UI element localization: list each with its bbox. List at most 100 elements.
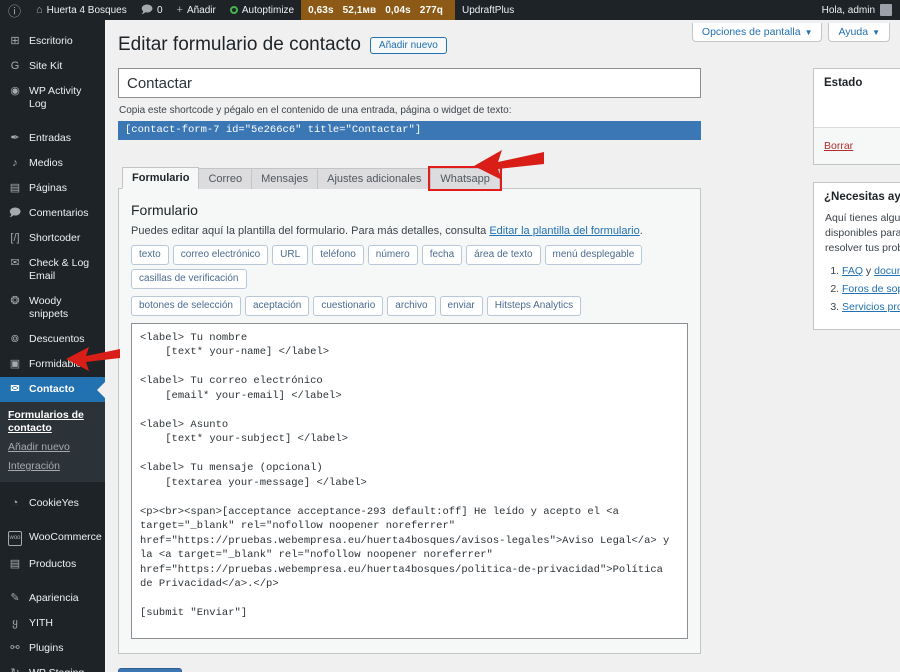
perf-loadtime: 0,63s <box>308 4 334 16</box>
sidebar-item-descuentos[interactable]: ៙ Descuentos <box>0 327 105 352</box>
screen-options-button[interactable]: Opciones de pantalla ▼ <box>691 23 823 42</box>
help-button[interactable]: Ayuda ▼ <box>828 23 890 42</box>
sidebar-item-shortcoder[interactable]: [/] Shortcoder <box>0 226 105 251</box>
form-title-input[interactable] <box>118 68 701 98</box>
tag-button-cuestionario[interactable]: cuestionario <box>313 295 384 316</box>
sidebar-item-label: Descuentos <box>29 333 85 345</box>
tag-button-casillas-de-verificaci-n[interactable]: casillas de verificación <box>131 268 247 289</box>
edit-template-link[interactable]: Editar la plantilla del formulario <box>489 225 639 237</box>
form-panel-description: Puedes editar aquí la plantilla del form… <box>131 225 688 237</box>
sidebar-item-comentarios[interactable]: 🗩 Comentarios <box>0 201 105 226</box>
delete-link[interactable]: Borrar <box>824 140 853 152</box>
admin-bar-new[interactable]: + Añadir <box>170 0 223 20</box>
save-button-bottom[interactable]: Guardar <box>118 667 183 672</box>
contacto-submenu: Formularios de contacto Añadir nuevo Integ… <box>0 402 105 482</box>
tab-mensajes[interactable]: Mensajes <box>251 167 319 189</box>
tag-button-correo-electr-nico[interactable]: correo electrónico <box>172 244 269 265</box>
submenu-item-integraci-n[interactable]: Integración <box>0 457 105 476</box>
autoptimize-label: Autoptimize <box>241 4 295 16</box>
wordpress-icon[interactable]: ⓘ <box>0 0 29 20</box>
form-template-textarea[interactable]: <label> Tu nombre [text* your-name] </la… <box>131 322 688 639</box>
form-panel-heading: Formulario <box>131 201 198 218</box>
sidebar-item-plugins[interactable]: ⚯ Plugins <box>0 636 105 661</box>
tab-correo[interactable]: Correo <box>198 167 253 189</box>
sidebar-item-p-ginas[interactable]: ▤ Páginas <box>0 176 105 201</box>
admin-bar: ⓘ ⌂ Huerta 4 Bosques 🗩 0 + Añadir Autopt… <box>0 0 900 20</box>
sidebar-item-woody-snippets[interactable]: ❂ Woody snippets <box>0 289 105 327</box>
sidebar-item-site-kit[interactable]: G Site Kit <box>0 54 105 79</box>
documentation-link[interactable]: documentación <box>874 265 900 277</box>
page-title: Editar formulario de contacto <box>118 34 361 55</box>
tag-button-men-desplegable[interactable]: menú desplegable <box>544 244 643 265</box>
submenu-item-formularios-de-contacto[interactable]: Formularios de contacto <box>0 406 105 438</box>
list-item: FAQ y documentación <box>842 264 900 279</box>
admin-bar-my-account[interactable]: Hola, admin <box>814 0 900 20</box>
tab-whatsapp[interactable]: Whatsapp <box>428 165 502 191</box>
sidebar-item-escritorio[interactable]: ⊞ Escritorio <box>0 29 105 54</box>
sidebar-item-label: Check & Log Email <box>29 257 90 282</box>
sidebar-item-label: Medios <box>29 157 63 169</box>
tag-button-fecha[interactable]: fecha <box>421 244 463 265</box>
sidebar-item-productos[interactable]: ▤ Productos <box>0 552 105 577</box>
sidebar-item-wp-staging[interactable]: ↻ WP Staging <box>0 661 105 672</box>
admin-sidebar-menu: ⊞ Escritorio G Site Kit ◉ WP Activity Log ✒ Ent… <box>0 20 105 672</box>
sidebar-item-wp-activity-log[interactable]: ◉ WP Activity Log <box>0 79 105 117</box>
site-name-label: Huerta 4 Bosques <box>46 4 127 16</box>
cookieyes-icon: ◔ <box>11 497 19 509</box>
shortcode-input[interactable] <box>118 120 701 140</box>
admin-bar-comments[interactable]: 🗩 0 <box>134 0 170 20</box>
formidable-icon: ▣ <box>9 358 21 370</box>
tag-button-texto[interactable]: texto <box>131 244 169 265</box>
perf-queries: 277q <box>419 4 443 16</box>
tag-button-aceptaci-n[interactable]: aceptación <box>244 295 310 316</box>
shortcode-icon: [/] <box>10 232 20 244</box>
tag-button-n-mero[interactable]: número <box>367 244 418 265</box>
admin-bar-performance[interactable]: 0,63s 52,1мв 0,04s 277q <box>301 0 455 20</box>
media-icon: ♪ <box>12 157 18 169</box>
tab-formulario[interactable]: Formulario <box>122 166 200 189</box>
sidebar-item-medios[interactable]: ♪ Medios <box>0 151 105 176</box>
menu-separator <box>0 516 105 525</box>
status-postbox: Estado Duplicar Borrar Guardar <box>813 68 900 165</box>
products-icon: ▤ <box>9 558 21 570</box>
secondary-column: Estado Duplicar Borrar Guardar ¿Necesita… <box>813 68 900 347</box>
sidebar-item-label: Site Kit <box>29 60 63 72</box>
sidebar-item-apariencia[interactable]: ✎ Apariencia <box>0 586 105 611</box>
help-intro: Aquí tienes algunas opciones disponibles… <box>825 212 900 254</box>
sidebar-item-check-log-email[interactable]: ✉ Check & Log Email <box>0 251 105 289</box>
admin-bar-autoptimize[interactable]: Autoptimize <box>223 0 301 20</box>
tag-button-hitsteps-analytics[interactable]: Hitsteps Analytics <box>486 295 582 316</box>
sidebar-item-yith[interactable]: ყ YITH <box>0 611 105 636</box>
sidebar-item-formidable[interactable]: ▣ Formidable <box>0 352 105 377</box>
sidebar-item-label: Escritorio <box>29 35 73 47</box>
sidebar-item-contacto[interactable]: ✉ Contacto <box>0 377 105 402</box>
description-period: . <box>639 224 643 237</box>
admin-bar-site-name[interactable]: ⌂ Huerta 4 Bosques <box>29 0 134 20</box>
support-forums-link[interactable]: Foros de soporte <box>842 283 900 295</box>
sidebar-item-woocommerce[interactable]: woo WooCommerce <box>0 525 105 552</box>
faq-link[interactable]: FAQ <box>842 265 863 277</box>
tag-button-enviar[interactable]: enviar <box>439 295 483 316</box>
tag-generator-row-1: texto correo electrónico URL teléfono número… <box>131 244 651 289</box>
add-new-button[interactable]: Añadir nuevo <box>369 36 447 54</box>
sidebar-item-label: YITH <box>29 617 53 629</box>
admin-bar-updraftplus[interactable]: UpdraftPlus <box>455 0 521 20</box>
updraft-label: UpdraftPlus <box>461 4 515 16</box>
tag-button-tel-fono[interactable]: teléfono <box>312 244 364 265</box>
sidebar-item-label: WP Staging <box>29 667 84 672</box>
tag-button-botones-de-selecci-n[interactable]: botones de selección <box>131 295 241 316</box>
tag-button-url[interactable]: URL <box>272 244 309 265</box>
chevron-down-icon: ▼ <box>872 28 880 37</box>
tag-button-archivo[interactable]: archivo <box>387 295 436 316</box>
sidebar-item-entradas[interactable]: ✒ Entradas <box>0 126 105 151</box>
woody-snippets-icon: ❂ <box>10 295 20 307</box>
submenu-item-a-adir-nuevo[interactable]: Añadir nuevo <box>0 438 105 457</box>
professional-services-link[interactable]: Servicios profesionales <box>842 301 900 313</box>
status-box-title: Estado <box>824 77 863 89</box>
tag-button--rea-de-texto[interactable]: área de texto <box>466 244 541 265</box>
tab-ajustes-adicionales[interactable]: Ajustes adicionales <box>317 167 432 189</box>
sidebar-item-label: Entradas <box>29 132 72 144</box>
circle-icon <box>229 6 238 14</box>
sidebar-item-cookieyes[interactable]: ◔ CookieYes <box>0 491 105 516</box>
site-kit-icon: G <box>10 60 20 72</box>
